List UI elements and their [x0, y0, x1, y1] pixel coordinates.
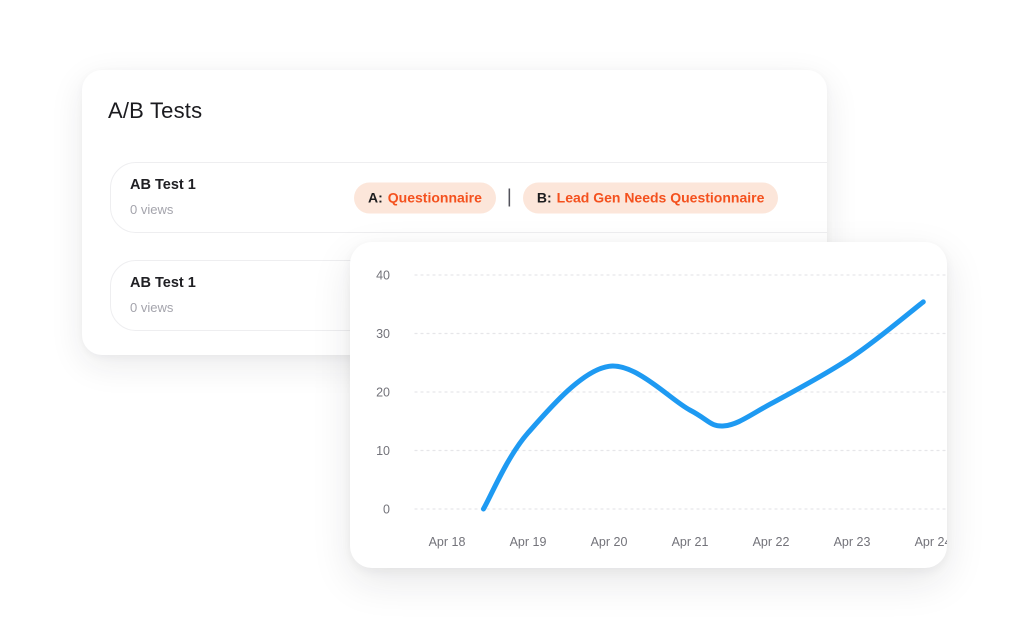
page-title: A/B Tests [108, 98, 827, 124]
badge-separator: | [507, 187, 512, 209]
variant-a-badge[interactable]: A: Questionnaire [354, 182, 496, 213]
variant-b-prefix: B: [537, 190, 552, 206]
x-tick-label: Apr 20 [591, 535, 628, 549]
page-background: A/B Tests AB Test 1 0 views A: Questionn… [0, 0, 1024, 639]
y-tick-label: 40 [376, 269, 390, 283]
variant-b-label: Lead Gen Needs Questionnaire [557, 190, 765, 206]
ab-test-row-1[interactable]: AB Test 1 0 views A: Questionnaire | B: … [110, 162, 827, 233]
variant-badges: A: Questionnaire | B: Lead Gen Needs Que… [354, 182, 778, 213]
views-line-chart: 40 30 20 10 0 Apr 18 Apr 19 Apr 20 Apr 2… [350, 242, 947, 568]
x-tick-label: Apr 23 [834, 535, 871, 549]
x-tick-label: Apr 22 [753, 535, 790, 549]
variant-a-label: Questionnaire [388, 190, 482, 206]
x-tick-label: Apr 21 [672, 535, 709, 549]
x-tick-label: Apr 19 [510, 535, 547, 549]
y-tick-label: 30 [376, 327, 390, 341]
chart-card: 40 30 20 10 0 Apr 18 Apr 19 Apr 20 Apr 2… [350, 242, 947, 568]
variant-b-badge[interactable]: B: Lead Gen Needs Questionnaire [523, 182, 779, 213]
y-tick-label: 10 [376, 444, 390, 458]
y-tick-label: 0 [383, 503, 390, 517]
x-tick-label: Apr 24 [915, 535, 947, 549]
x-tick-label: Apr 18 [429, 535, 466, 549]
y-tick-label: 20 [376, 386, 390, 400]
variant-a-prefix: A: [368, 190, 383, 206]
